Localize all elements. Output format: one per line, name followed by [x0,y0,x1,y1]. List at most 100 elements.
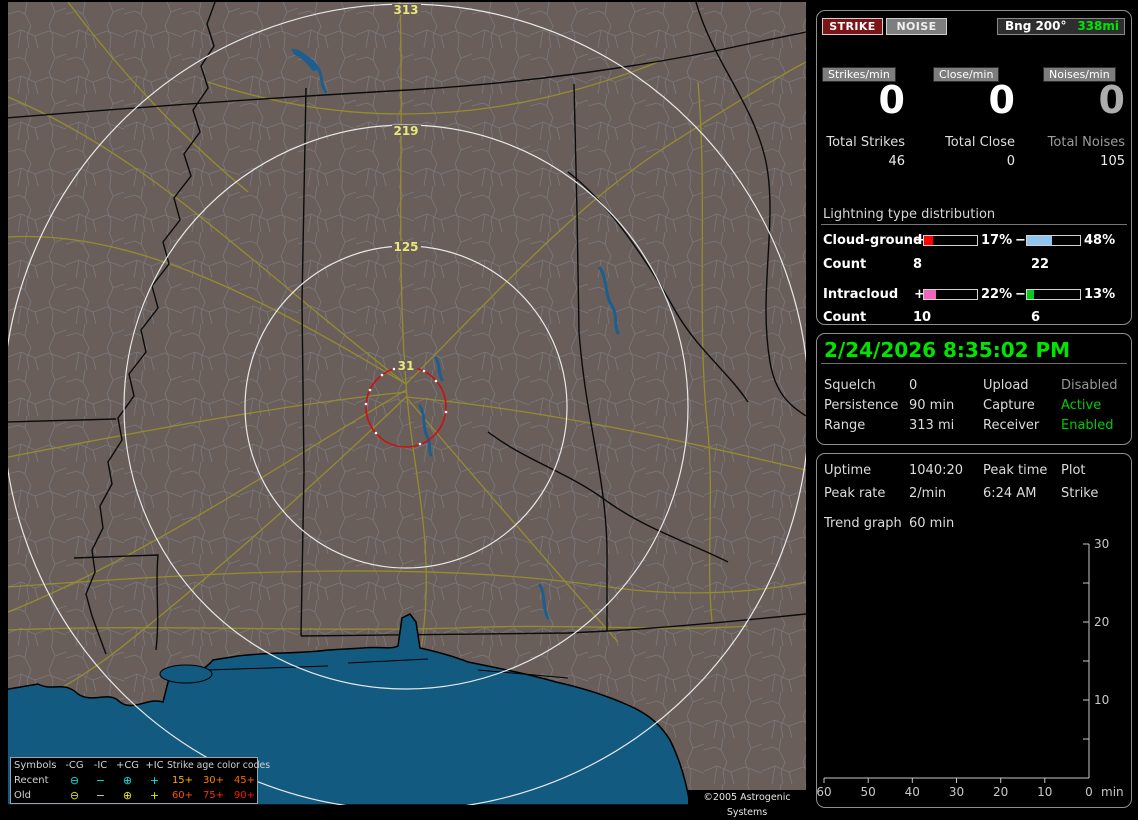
plus-icon: + [149,774,160,787]
ic-negative-pct: 13% [1084,287,1116,302]
x-tick-10: 10 [1037,785,1052,799]
total-close-label: Total Close [945,135,1015,150]
circle-plus-icon: ⊕ [122,789,133,802]
total-strikes-label: Total Strikes [826,135,905,150]
bearing-distance: 338mi [1077,19,1119,33]
peak-rate-label: Peak rate [824,486,886,501]
strikes-rate-value: 0 [878,78,905,122]
cg-positive-bar [923,235,978,246]
persistence-value: 90 min [909,398,955,413]
legend-col-nic: -IC [93,760,108,771]
chart-axes [823,543,1090,783]
x-tick-40: 40 [905,785,920,799]
squelch-label: Squelch [824,378,876,393]
counters-panel: STRIKE NOISE Bng 200° 338mi Strikes/min … [816,10,1132,325]
legend-col-pic: +IC [145,760,164,771]
copyright-text: ©2005 Astrogenic Systems [688,790,806,818]
total-close-value: 0 [1006,154,1015,169]
minus-icon: − [95,774,106,787]
cg-negative-bar [1026,235,1081,246]
distribution-divider [821,224,1127,225]
age-60: 60+ [171,790,194,801]
total-noises-label: Total Noises [1047,135,1125,150]
uptime-label: Uptime [824,463,872,478]
total-strikes-value: 46 [888,154,905,169]
age-30: 30+ [202,775,225,786]
ic-count-label: Count [823,310,867,325]
uptime-value: 1040:20 [909,463,964,478]
ring-label-313: 313 [393,3,418,17]
peak-time-value: 6:24 AM [983,486,1037,501]
y-tick-20: 20 [1094,615,1109,629]
peak-rate-value: 2/min [909,486,947,501]
cg-negative-count: 22 [1031,257,1050,272]
x-tick-60: 60 [817,785,832,799]
minus-sign: − [1015,233,1026,248]
bearing-readout: Bng 200° 338mi [997,18,1125,35]
range-label: Range [824,418,866,433]
ic-positive-count: 10 [913,310,932,325]
x-axis-unit: min [1101,785,1124,799]
trend-graph-label: Trend graph [824,516,902,531]
range-value: 313 mi [909,418,955,433]
legend-col-pcg: +CG [115,760,140,771]
minus-sign: − [1015,287,1026,302]
upload-label: Upload [983,378,1029,393]
cg-negative-pct: 48% [1084,233,1116,248]
capture-label: Capture [983,398,1035,413]
status-panel: 2/24/2026 8:35:02 PM Squelch 0 Upload Di… [816,333,1132,445]
peak-time-label: Peak time [983,463,1048,478]
legend-age-header: Strike age color codes [167,760,271,771]
cg-positive-count: 8 [913,257,923,272]
noises-rate-value: 0 [1098,78,1125,122]
legend-recent-label: Recent [14,775,49,786]
y-tick-30: 30 [1094,539,1109,551]
total-noises-value: 105 [1100,154,1125,169]
circle-minus-icon: ⊖ [69,774,80,787]
datetime-display: 2/24/2026 8:35:02 PM [824,338,1071,362]
ring-label-31: 31 [398,359,415,373]
noise-toggle-button[interactable]: NOISE [886,18,947,35]
map-canvas: 313 219 125 31 [8,2,806,805]
intracloud-label: Intracloud [823,287,899,302]
x-tick-30: 30 [949,785,964,799]
symbols-legend: Symbols -CG -IC +CG +IC Strike age color… [10,757,271,804]
trend-panel: Uptime 1040:20 Peak time Plot Peak rate … [816,453,1132,808]
ic-positive-bar [923,289,978,300]
age-45: 45+ [233,775,256,786]
upload-status: Disabled [1061,378,1118,393]
ic-negative-bar [1026,289,1081,300]
x-tick-20: 20 [993,785,1008,799]
capture-status: Active [1061,398,1102,413]
x-tick-50: 50 [861,785,876,799]
legend-old-label: Old [14,790,31,801]
receiver-label: Receiver [983,418,1040,433]
persistence-label: Persistence [824,398,899,413]
age-15: 15+ [171,775,194,786]
plot-label: Plot [1061,463,1086,478]
trend-graph-window: 60 min [909,516,955,531]
cloud-ground-label: Cloud-ground [823,233,923,248]
circle-plus-icon: ⊕ [122,774,133,787]
app-window: { "app": { "copyright": "©2005 Astrogeni… [0,0,1138,818]
y-tick-10: 10 [1094,693,1109,707]
age-75: 75+ [202,790,225,801]
squelch-value: 0 [909,378,918,393]
strike-toggle-button[interactable]: STRIKE [822,18,883,35]
close-rate-value: 0 [988,78,1015,122]
ring-label-125: 125 [393,240,418,254]
lightning-map[interactable]: 313 219 125 31 [8,2,806,805]
distribution-title: Lightning type distribution [823,207,996,222]
legend-symbols-header: Symbols [14,760,57,771]
ic-positive-pct: 22% [981,287,1013,302]
plot-mode-value: Strike [1061,486,1099,501]
cg-count-label: Count [823,257,867,272]
plus-icon: + [149,789,160,802]
minus-icon: − [95,789,106,802]
age-90: 90+ [233,790,256,801]
ic-negative-count: 6 [1031,310,1041,325]
chart-tick-labels: 30 20 10 60 50 40 30 20 10 0 min [817,539,1124,799]
ring-label-219: 219 [393,124,418,138]
x-tick-0: 0 [1085,785,1093,799]
legend-col-ncg: -CG [65,760,84,771]
